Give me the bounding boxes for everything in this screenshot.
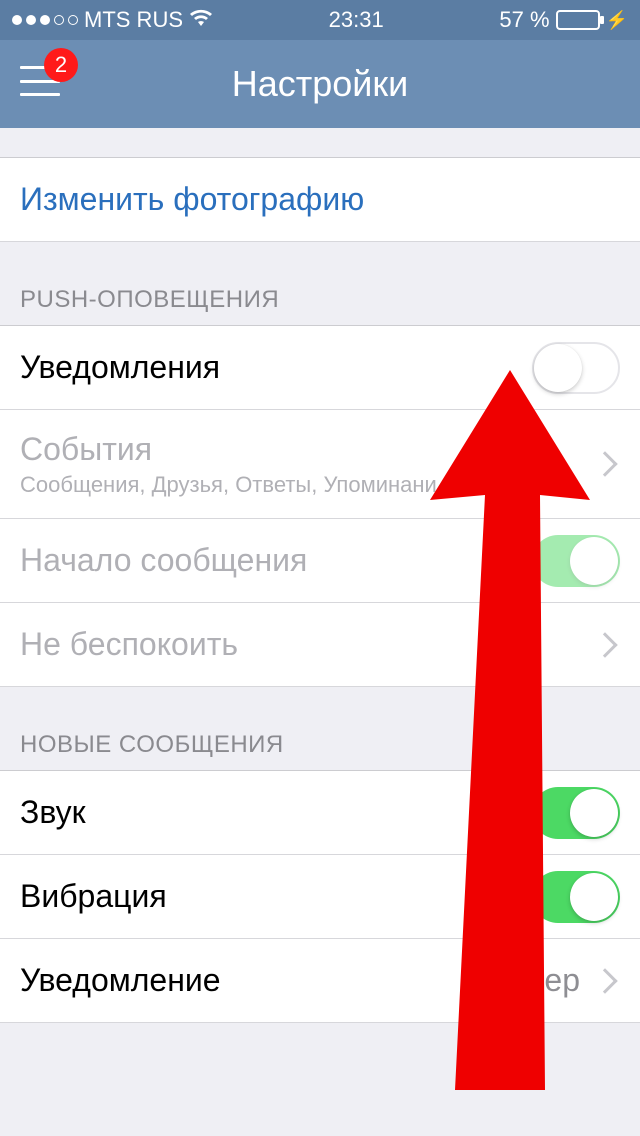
section-header-new-messages: НОВЫЕ СООБЩЕНИЯ (0, 687, 640, 771)
vibration-row[interactable]: Вибрация (0, 854, 640, 939)
section-header-push: PUSH-ОПОВЕЩЕНИЯ (0, 242, 640, 326)
wifi-icon (189, 7, 213, 33)
dnd-row[interactable]: Не беспокоить (0, 602, 640, 687)
menu-button[interactable]: 2 (20, 66, 60, 96)
notifications-label: Уведомления (20, 349, 532, 386)
clock-label: 23:31 (329, 7, 384, 33)
chevron-right-icon (592, 968, 617, 993)
chevron-right-icon (592, 451, 617, 476)
notification-style-row[interactable]: Уведомление Баннер (0, 938, 640, 1023)
dnd-label: Не беспокоить (20, 626, 584, 663)
message-preview-label: Начало сообщения (20, 542, 532, 579)
change-photo-button[interactable]: Изменить фотографию (0, 157, 640, 242)
chevron-right-icon (592, 632, 617, 657)
charging-icon: ⚡ (606, 10, 628, 31)
events-label: События (20, 431, 584, 468)
notifications-toggle[interactable] (532, 342, 620, 394)
notification-style-value: Баннер (470, 962, 580, 999)
cellular-signal-icon (12, 15, 78, 25)
battery-percent-label: 57 % (499, 7, 549, 33)
vibration-toggle[interactable] (532, 871, 620, 923)
notification-style-label: Уведомление (20, 962, 470, 999)
nav-bar: 2 Настройки (0, 40, 640, 128)
sound-toggle[interactable] (532, 787, 620, 839)
message-preview-toggle[interactable] (532, 535, 620, 587)
status-right: 57 % ⚡ (499, 7, 628, 33)
status-bar: MTS RUS 23:31 57 % ⚡ (0, 0, 640, 40)
message-preview-row[interactable]: Начало сообщения (0, 518, 640, 603)
events-sublabel: Сообщения, Друзья, Ответы, Упоминани... (20, 472, 584, 498)
vibration-label: Вибрация (20, 878, 532, 915)
sound-label: Звук (20, 794, 532, 831)
battery-icon (556, 10, 600, 30)
sound-row[interactable]: Звук (0, 770, 640, 855)
page-title: Настройки (0, 63, 640, 105)
events-row[interactable]: События Сообщения, Друзья, Ответы, Упоми… (0, 409, 640, 519)
change-photo-label: Изменить фотографию (20, 181, 620, 218)
menu-badge: 2 (44, 48, 78, 82)
status-left: MTS RUS (12, 7, 213, 33)
carrier-label: MTS RUS (84, 7, 183, 33)
notifications-row[interactable]: Уведомления (0, 325, 640, 410)
